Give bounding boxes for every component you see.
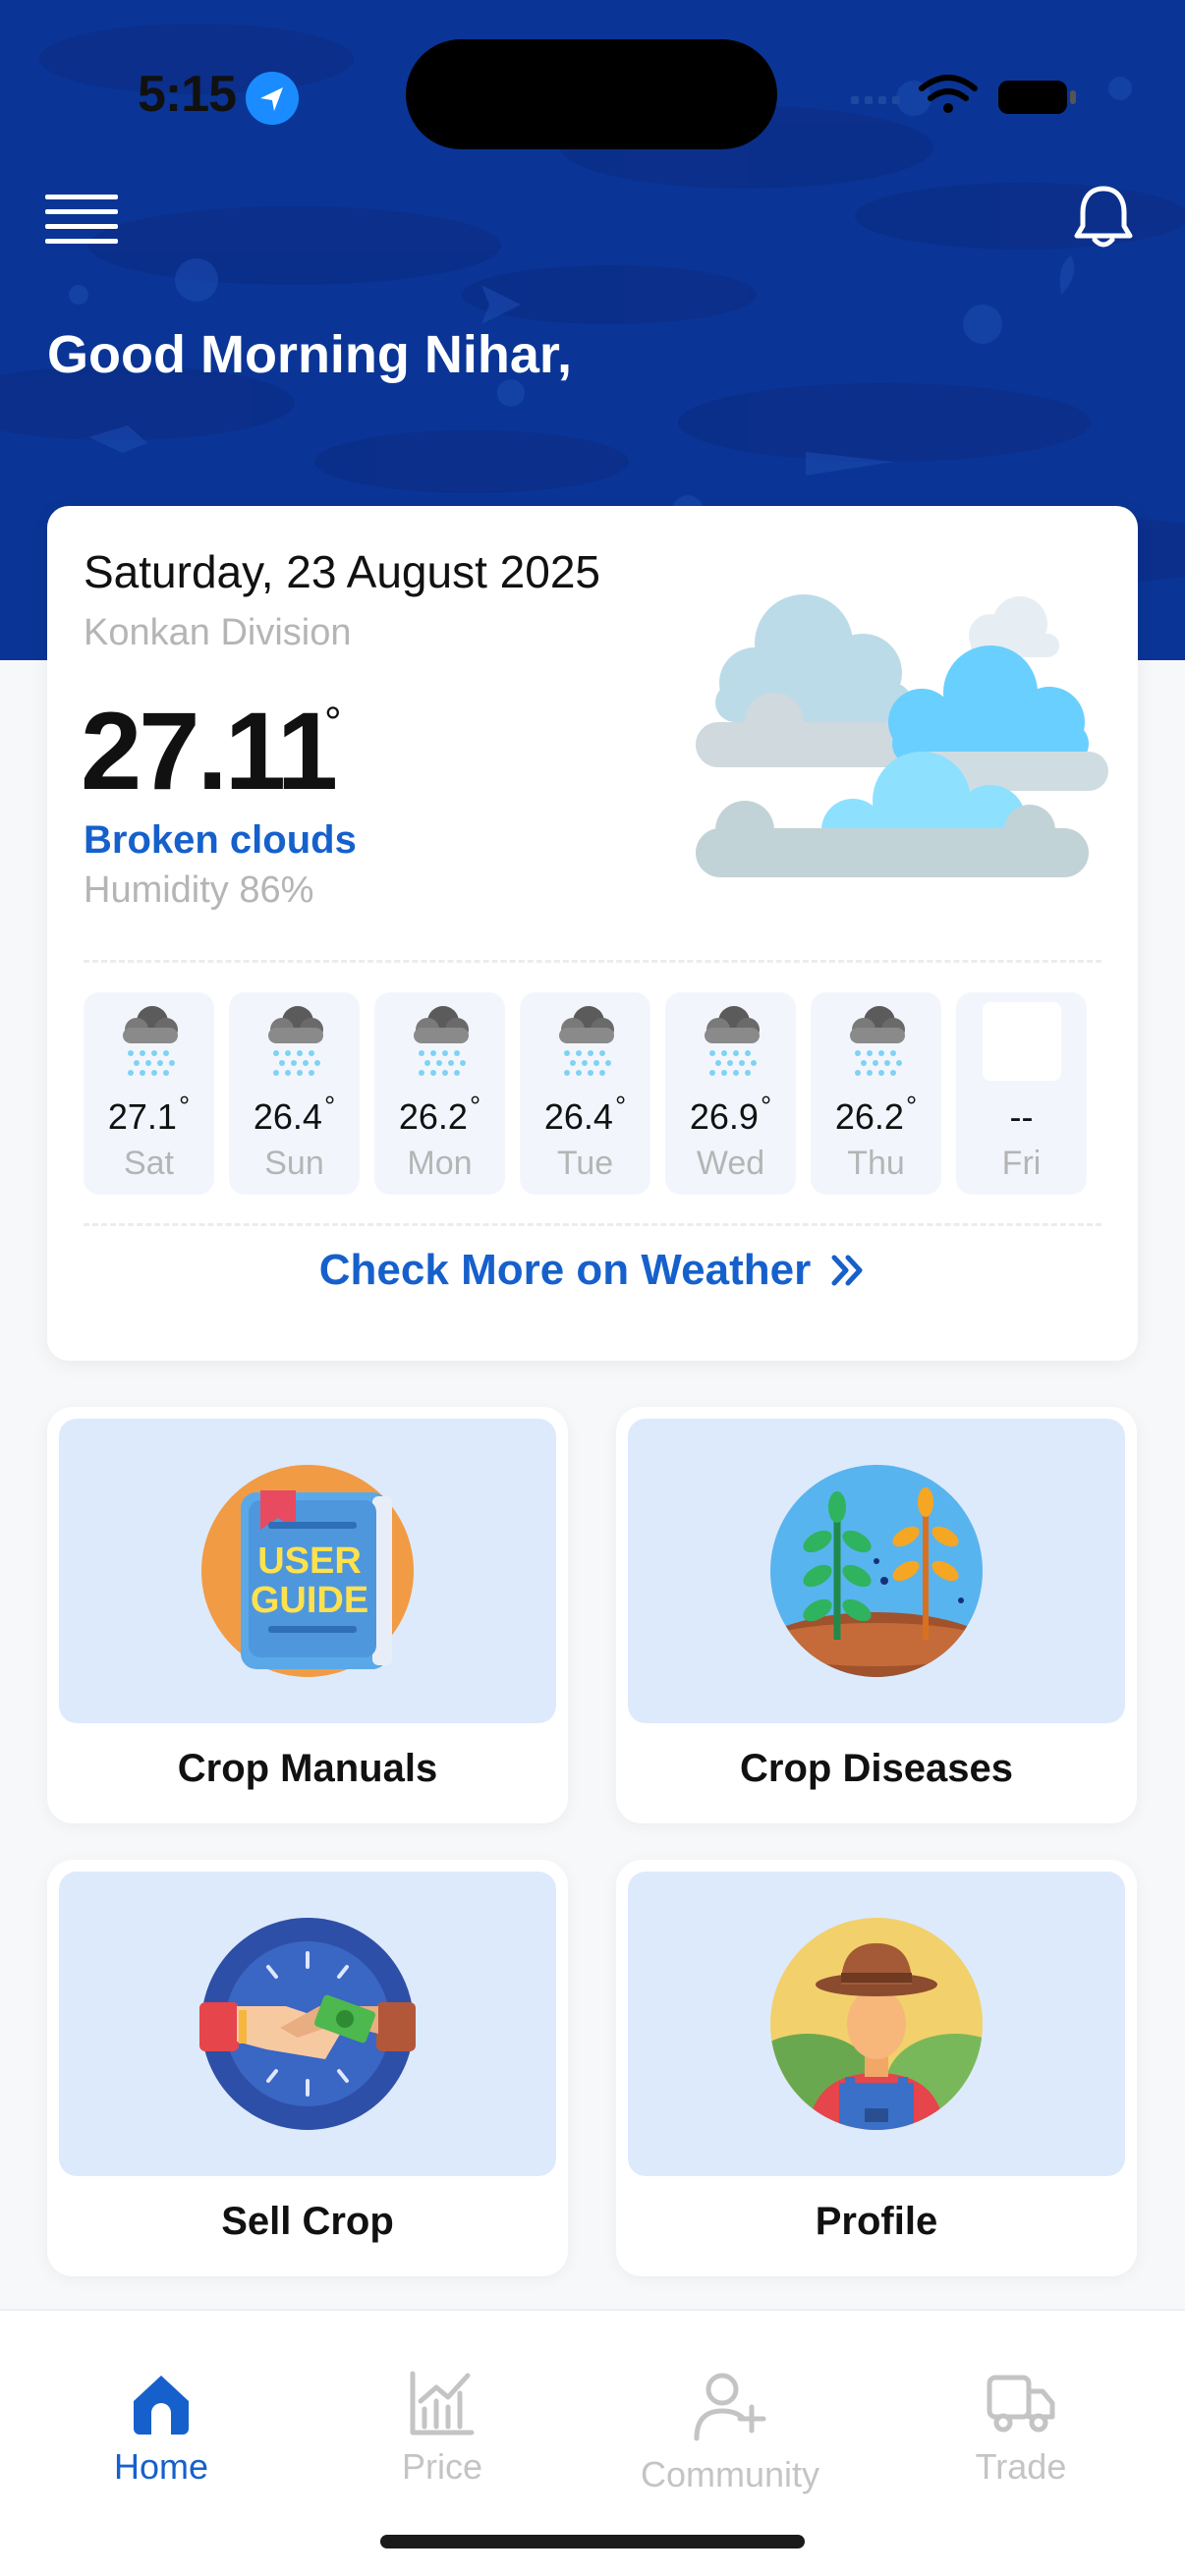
profile-tile[interactable]: Profile: [616, 1860, 1137, 2276]
rain-cloud-icon: [850, 1006, 905, 1076]
sell-crop-tile[interactable]: Sell Crop: [47, 1860, 568, 2276]
forecast-day-name: Wed: [696, 1145, 765, 1182]
crop-manuals-label: Crop Manuals: [177, 1747, 438, 1790]
rain-cloud-icon: [414, 1006, 469, 1076]
double-chevron-right-icon: [831, 1255, 863, 1286]
forecast-day: 26.9° Wed: [665, 992, 796, 1195]
status-bar: 5:15: [0, 0, 1185, 167]
nav-price[interactable]: Price: [344, 2368, 540, 2488]
forecast-day-name: Sun: [264, 1145, 324, 1182]
nav-trade[interactable]: Trade: [923, 2368, 1119, 2488]
divider-top: [84, 960, 1101, 963]
dynamic-island: [406, 39, 777, 149]
battery-icon: [998, 81, 1076, 114]
check-more-weather-label: Check More on Weather: [318, 1246, 812, 1294]
hamburger-icon: [45, 195, 118, 244]
forecast-day: 26.4° Sun: [229, 992, 360, 1195]
hamburger-menu-button[interactable]: [45, 193, 120, 248]
forecast-temp: 27.1°: [107, 1091, 191, 1137]
home-indicator[interactable]: [380, 2535, 805, 2548]
forecast-icon-placeholder: [983, 1002, 1061, 1081]
crop-manuals-tile[interactable]: USER GUIDE Crop Manuals: [47, 1407, 568, 1823]
weather-location: Konkan Division: [84, 612, 352, 653]
temperature-degree-symbol: °: [324, 699, 342, 747]
forecast-day: 26.2° Mon: [374, 992, 505, 1195]
broken-clouds-icon: [696, 594, 1108, 877]
crop-diseases-label: Crop Diseases: [740, 1747, 1013, 1790]
home-icon: [134, 2376, 189, 2435]
nav-home[interactable]: Home: [63, 2368, 259, 2488]
forecast-day-name: Sat: [123, 1145, 175, 1182]
sell-crop-image: [59, 1872, 556, 2176]
status-time: 5:15: [138, 66, 237, 123]
rain-cloud-icon: [268, 1006, 323, 1076]
forecast-day-name: Mon: [407, 1145, 473, 1182]
forecast-temp: 26.2°: [398, 1091, 481, 1137]
nav-community[interactable]: Community: [632, 2368, 828, 2495]
current-temperature: 27.11: [81, 690, 338, 812]
sell-crop-label: Sell Crop: [221, 2200, 394, 2243]
forecast-temp: --: [1009, 1096, 1034, 1137]
svg-text:USER: USER: [257, 1540, 362, 1582]
forecast-strip: 27.1° Sat 26.4° Sun 26.2° Mon 26.4° Tue …: [84, 992, 1101, 1195]
profile-image: [628, 1872, 1125, 2176]
rain-cloud-icon: [559, 1006, 614, 1076]
nav-price-label: Price: [401, 2446, 483, 2487]
weather-date: Saturday, 23 August 2025: [84, 546, 600, 597]
check-more-weather-button[interactable]: Check More on Weather: [47, 1221, 1138, 1319]
location-arrow-icon: [246, 72, 299, 125]
svg-text:GUIDE: GUIDE: [251, 1580, 368, 1621]
chart-icon: [410, 2371, 475, 2436]
forecast-day-name: Tue: [556, 1145, 614, 1182]
greeting-text: Good Morning Nihar,: [47, 325, 572, 384]
add-user-icon: [694, 2373, 766, 2441]
weather-card[interactable]: Saturday, 23 August 2025 Konkan Division…: [47, 506, 1138, 1361]
wifi-icon: [919, 75, 978, 101]
crop-manuals-image: USER GUIDE: [59, 1419, 556, 1723]
profile-label: Profile: [815, 2200, 938, 2243]
weather-humidity: Humidity 86%: [84, 869, 314, 911]
crop-diseases-tile[interactable]: Crop Diseases: [616, 1407, 1137, 1823]
forecast-temp: 26.9°: [689, 1091, 772, 1137]
forecast-temp: 26.2°: [834, 1091, 918, 1137]
forecast-day: 26.2° Thu: [811, 992, 941, 1195]
forecast-day: 27.1° Sat: [84, 992, 214, 1195]
nav-trade-label: Trade: [975, 2446, 1067, 2487]
bell-icon: [1074, 186, 1133, 248]
forecast-day: -- Fri: [956, 992, 1087, 1195]
forecast-temp: 26.4°: [253, 1091, 336, 1137]
notifications-button[interactable]: [1071, 183, 1136, 252]
crop-diseases-image: [628, 1419, 1125, 1723]
plant-disease-icon: [770, 1465, 983, 1677]
weather-condition: Broken clouds: [84, 818, 357, 862]
handshake-money-icon: [199, 1918, 416, 2130]
forecast-day-name: Thu: [847, 1145, 905, 1182]
truck-icon: [987, 2375, 1055, 2433]
nav-home-label: Home: [113, 2446, 209, 2487]
nav-community-label: Community: [640, 2454, 820, 2494]
status-icons: [851, 75, 1087, 123]
forecast-day: 26.4° Tue: [520, 992, 650, 1195]
rain-cloud-icon: [123, 1006, 178, 1076]
farmer-avatar-icon: [770, 1918, 983, 2130]
forecast-day-name: Fri: [1001, 1145, 1042, 1182]
cellular-signal-icon: [851, 96, 900, 104]
forecast-temp: 26.4°: [543, 1091, 627, 1137]
rain-cloud-icon: [705, 1006, 760, 1076]
user-guide-book-icon: USER GUIDE: [201, 1465, 414, 1677]
